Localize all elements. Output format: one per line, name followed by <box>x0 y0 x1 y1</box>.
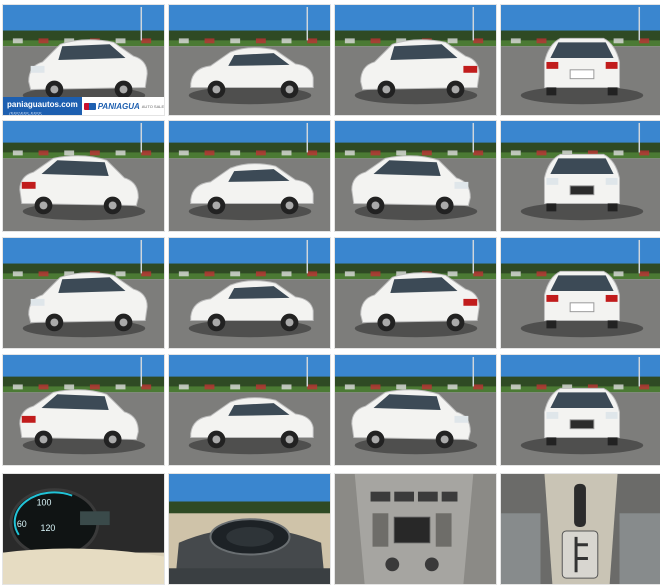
photo-gallery: paniaguautos.com (555)555-5555 PANIAGUA A… <box>0 0 660 586</box>
dealer-watermark: paniaguautos.com (555)555-5555 PANIAGUA A… <box>3 97 164 115</box>
photo-image <box>335 355 496 465</box>
photo-image <box>335 5 496 115</box>
photo-thumbnail-8[interactable] <box>500 120 660 232</box>
photo-thumbnail-20[interactable] <box>500 473 660 585</box>
photo-thumbnail-12[interactable] <box>500 237 660 349</box>
photo-image <box>169 121 330 231</box>
photo-thumbnail-6[interactable] <box>168 120 331 232</box>
photo-image <box>169 474 330 584</box>
photo-thumbnail-1[interactable]: paniaguautos.com (555)555-5555 PANIAGUA A… <box>2 4 165 116</box>
photo-thumbnail-2[interactable] <box>168 4 331 116</box>
photo-image <box>3 121 164 231</box>
photo-image <box>169 5 330 115</box>
photo-thumbnail-5[interactable] <box>2 120 165 232</box>
watermark-brand-tag: AUTO SALES <box>141 103 165 109</box>
watermark-phone: (555)555-5555 <box>9 112 42 116</box>
photo-thumbnail-19[interactable] <box>334 473 497 585</box>
photo-thumbnail-10[interactable] <box>168 237 331 349</box>
photo-image <box>501 238 660 348</box>
photo-image: 60 100 120 <box>3 474 164 584</box>
photo-thumbnail-9[interactable] <box>2 237 165 349</box>
photo-thumbnail-15[interactable] <box>334 354 497 466</box>
svg-text:120: 120 <box>41 523 56 533</box>
photo-thumbnail-7[interactable] <box>334 120 497 232</box>
photo-image <box>169 355 330 465</box>
photo-image <box>335 474 496 584</box>
svg-text:60: 60 <box>17 519 27 529</box>
photo-thumbnail-11[interactable] <box>334 237 497 349</box>
photo-image <box>3 238 164 348</box>
watermark-brand-text: PANIAGUA <box>97 101 140 111</box>
photo-thumbnail-14[interactable] <box>168 354 331 466</box>
photo-image <box>501 5 660 115</box>
photo-image <box>335 238 496 348</box>
watermark-brand: PANIAGUA AUTO SALES <box>81 97 165 115</box>
photo-image <box>501 121 660 231</box>
photo-thumbnail-18[interactable] <box>168 473 331 585</box>
svg-text:100: 100 <box>37 497 52 507</box>
photo-image <box>501 474 660 584</box>
dealer-logo-icon <box>83 102 96 110</box>
photo-thumbnail-16[interactable] <box>500 354 660 466</box>
photo-thumbnail-3[interactable] <box>334 4 497 116</box>
photo-image <box>169 238 330 348</box>
photo-image <box>501 355 660 465</box>
photo-thumbnail-17[interactable]: 60 100 120 <box>2 473 165 585</box>
photo-thumbnail-4[interactable] <box>500 4 660 116</box>
photo-thumbnail-13[interactable] <box>2 354 165 466</box>
photo-image <box>335 121 496 231</box>
photo-image <box>3 355 164 465</box>
